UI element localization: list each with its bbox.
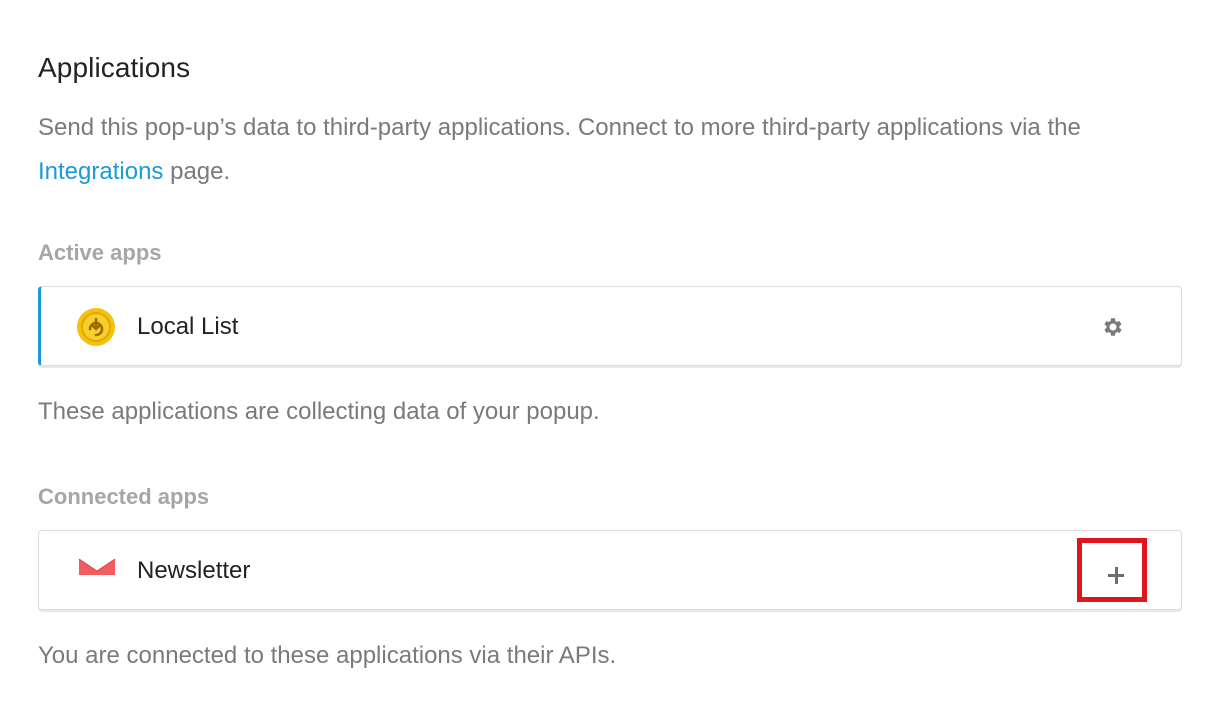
description-text-end: page. bbox=[163, 158, 231, 185]
gear-icon[interactable] bbox=[1101, 315, 1125, 339]
page-description: Send this pop-up’s data to third-party a… bbox=[38, 106, 1184, 194]
app-name-newsletter: Newsletter bbox=[137, 557, 251, 584]
mail-icon bbox=[77, 555, 117, 587]
active-app-card-local-list: Local List bbox=[38, 286, 1182, 366]
integrations-link[interactable]: Integrations bbox=[38, 158, 163, 185]
app-name-local-list: Local List bbox=[137, 313, 239, 340]
active-apps-label: Active apps bbox=[38, 240, 162, 265]
page-title: Applications bbox=[38, 52, 191, 83]
active-apps-note: These applications are collecting data o… bbox=[38, 398, 600, 425]
add-app-button[interactable] bbox=[1077, 538, 1147, 602]
connected-apps-note: You are connected to these applications … bbox=[38, 642, 617, 669]
description-text: Send this pop-up’s data to third-party a… bbox=[38, 114, 1081, 141]
plus-icon-vertical bbox=[1114, 567, 1118, 584]
local-list-icon bbox=[76, 307, 116, 347]
connected-apps-label: Connected apps bbox=[38, 484, 210, 509]
connected-app-card-newsletter: Newsletter bbox=[38, 530, 1182, 610]
